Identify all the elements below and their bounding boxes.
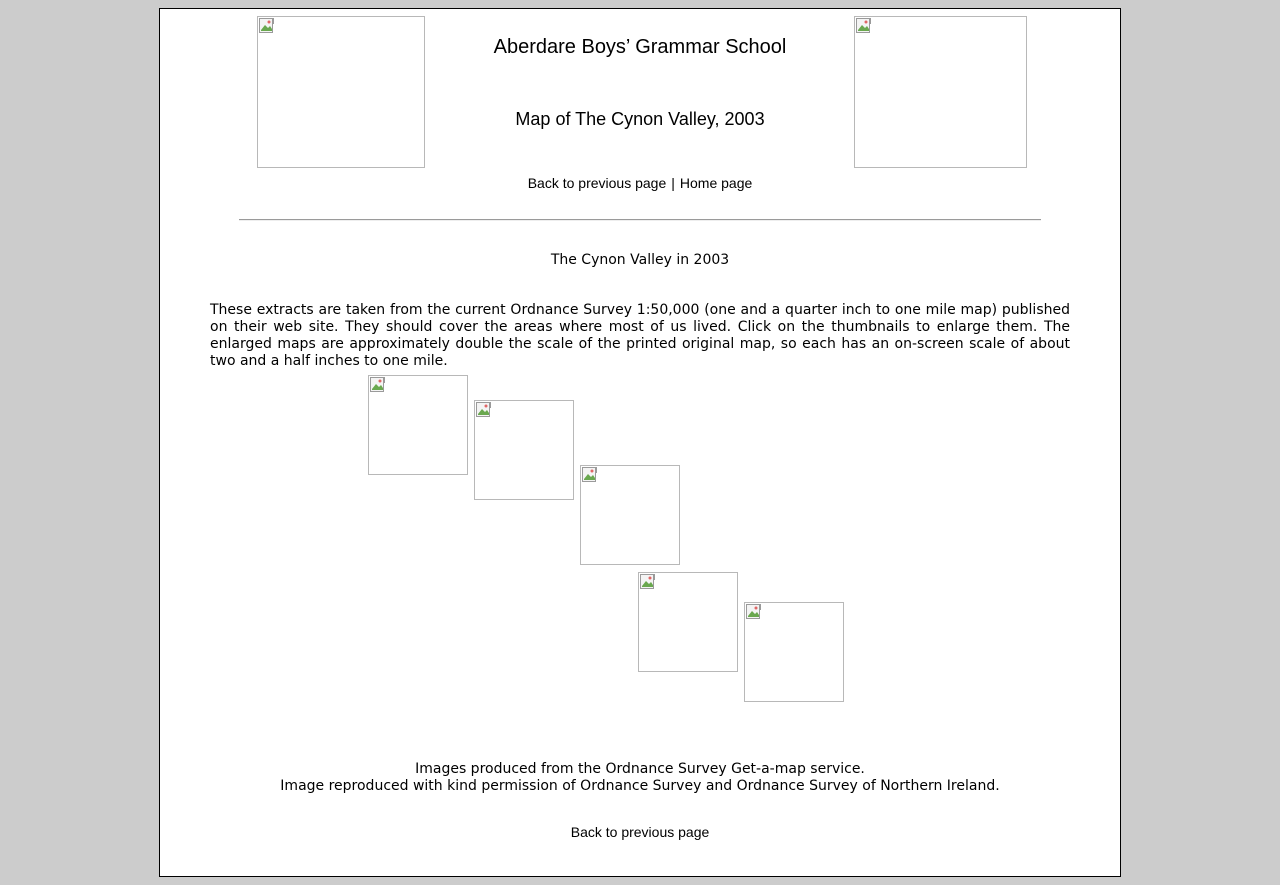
map-thumbnail-4[interactable]: [638, 572, 738, 672]
back-to-previous-link-bottom[interactable]: Back to previous page: [571, 824, 710, 840]
page-subtitle: Map of The Cynon Valley, 2003: [515, 109, 765, 129]
broken-image-icon: [856, 18, 872, 34]
broken-image-icon: [370, 377, 386, 393]
horizontal-divider: [239, 219, 1041, 221]
broken-image-icon: [582, 467, 598, 483]
intro-paragraph: These extracts are taken from the curren…: [210, 302, 1070, 369]
map-thumbnail-3[interactable]: [580, 465, 680, 565]
back-to-previous-link[interactable]: Back to previous page: [528, 175, 667, 191]
map-thumbnail-2[interactable]: [474, 400, 574, 500]
home-page-link[interactable]: Home page: [680, 175, 752, 191]
broken-image-icon: [476, 402, 492, 418]
top-navigation: Back to previous page | Home page: [160, 174, 1120, 192]
page-container: Aberdare Boys’ Grammar School Map of The…: [159, 8, 1121, 877]
bottom-navigation: Back to previous page: [160, 823, 1120, 841]
credit-line-permission: Image reproduced with kind permission of…: [280, 778, 1000, 794]
section-heading: The Cynon Valley in 2003: [550, 252, 730, 268]
broken-image-icon: [640, 574, 656, 590]
broken-image-icon: [259, 18, 275, 34]
image-credits: Images produced from the Ordnance Survey…: [160, 761, 1120, 795]
page-title: Aberdare Boys’ Grammar School: [493, 36, 787, 58]
nav-separator: |: [671, 175, 675, 191]
credit-line-os-service: Images produced from the Ordnance Survey…: [415, 761, 865, 777]
broken-image-icon: [746, 604, 762, 620]
map-thumbnail-1[interactable]: [368, 375, 468, 475]
map-thumbnail-5[interactable]: [744, 602, 844, 702]
